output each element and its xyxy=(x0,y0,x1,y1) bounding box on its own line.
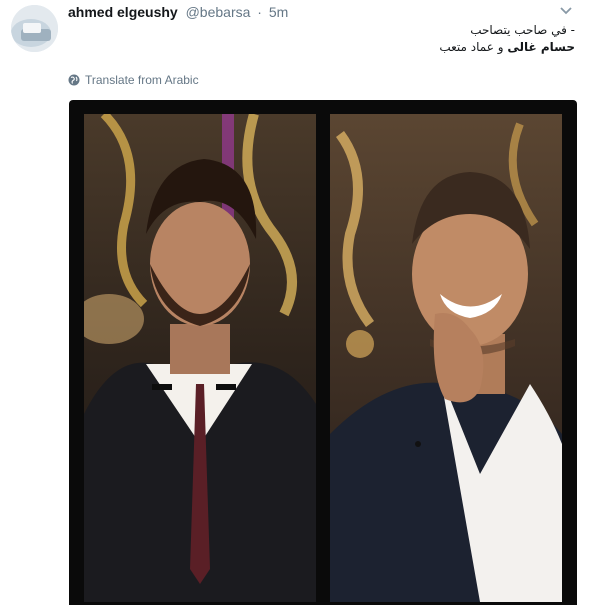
photo-left[interactable] xyxy=(84,114,316,602)
tweet-text-line-2: حسام غالى و عماد متعب xyxy=(315,39,575,56)
photo-right[interactable] xyxy=(330,114,562,602)
display-name[interactable]: ahmed elgeushy xyxy=(68,4,178,20)
avatar[interactable] xyxy=(11,5,58,52)
translate-label: Translate from Arabic xyxy=(85,73,199,87)
mention-name-1: حسام غالى xyxy=(507,40,575,54)
user-handle[interactable]: @bebarsa xyxy=(186,4,251,20)
conjunction: و xyxy=(493,40,508,54)
mention-name-2: عماد متعب xyxy=(439,40,494,54)
chevron-down-icon[interactable] xyxy=(559,6,573,16)
tweet-media[interactable] xyxy=(69,100,577,605)
tweet-text-line-1: - في صاحب يتصاحب xyxy=(470,23,575,37)
translate-link[interactable]: Translate from Arabic xyxy=(68,72,199,88)
tweet-card[interactable]: ahmed elgeushy @bebarsa · 5m - في صاحب ي… xyxy=(0,0,589,605)
separator-dot: · xyxy=(257,4,262,20)
tweet-text: - في صاحب يتصاحب حسام غالى و عماد متعب xyxy=(315,22,575,56)
globe-icon xyxy=(68,74,80,86)
tweet-timestamp[interactable]: 5m xyxy=(269,4,288,20)
tweet-header: ahmed elgeushy @bebarsa · 5m xyxy=(68,3,288,21)
